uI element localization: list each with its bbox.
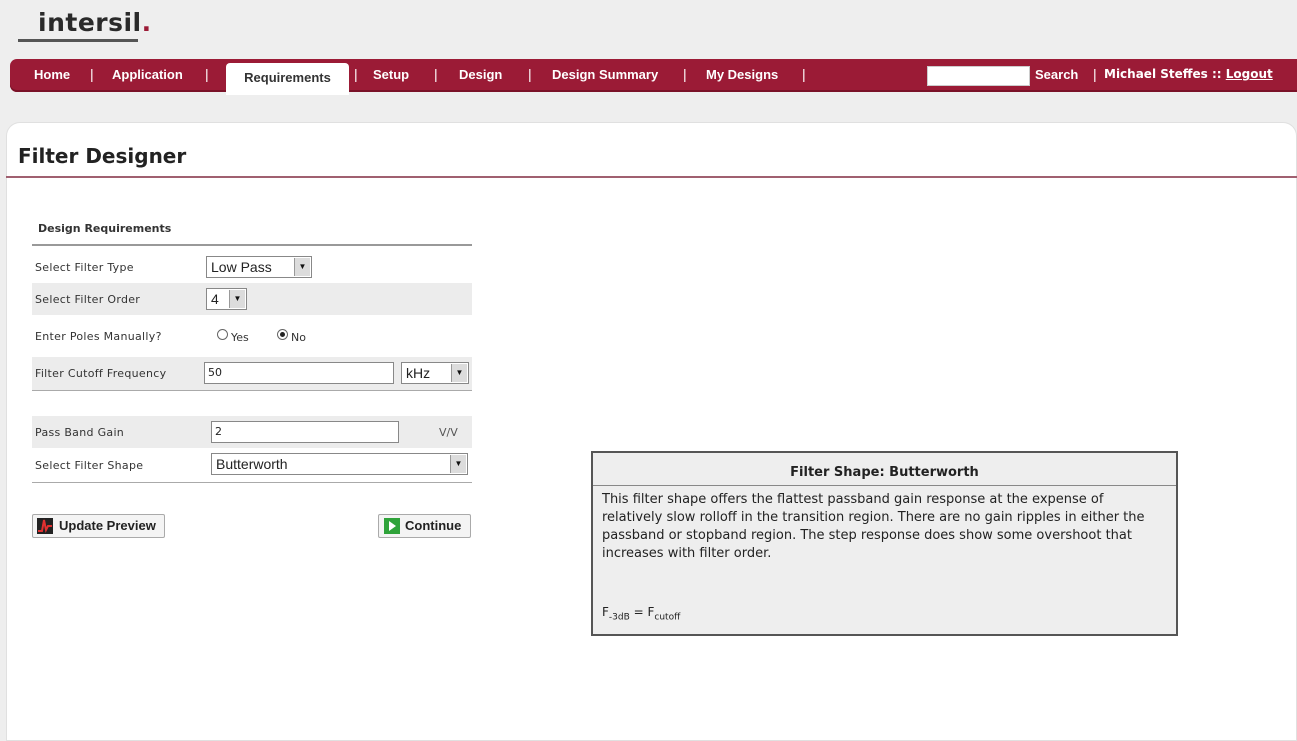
filter-type-label: Select Filter Type [35, 261, 134, 274]
gain-unit: V/V [439, 426, 458, 439]
intersil-logo[interactable]: intersil. [38, 8, 152, 37]
nav-design-summary[interactable]: Design Summary [552, 67, 658, 82]
section-divider [32, 244, 472, 246]
filter-order-select[interactable]: 4 ▼ [206, 288, 247, 310]
formula-lhs: F [602, 605, 609, 619]
filter-type-value: Low Pass [211, 259, 272, 275]
shape-value: Butterworth [216, 456, 288, 472]
info-description: This filter shape offers the flattest pa… [602, 492, 1145, 561]
section-title: Design Requirements [38, 222, 172, 235]
logout-link[interactable]: Logout [1226, 67, 1273, 81]
nav-requirements-tab[interactable]: Requirements [226, 63, 349, 95]
gain-input[interactable]: 2 [211, 421, 399, 443]
formula-eq: = [633, 605, 644, 619]
nav-separator: | [683, 66, 687, 82]
shape-row: Select Filter Shape Butterworth ▼ [32, 449, 472, 481]
nav-separator: | [802, 66, 806, 82]
dropdown-arrow-icon: ▼ [294, 258, 310, 276]
dropdown-arrow-icon: ▼ [451, 364, 467, 382]
cutoff-label: Filter Cutoff Frequency [35, 367, 167, 380]
user-info: Michael Steffes :: Logout [1104, 67, 1273, 81]
shape-label: Select Filter Shape [35, 459, 144, 472]
filter-shape-info-box: Filter Shape: Butterworth This filter sh… [591, 451, 1178, 636]
nav-home[interactable]: Home [34, 67, 70, 82]
page-title: Filter Designer [18, 144, 187, 168]
cutoff-input[interactable]: 50 [204, 362, 394, 384]
logo-mark: . [141, 8, 152, 37]
continue-label: Continue [405, 518, 462, 533]
filter-order-value: 4 [211, 291, 219, 307]
cutoff-formula: F-3dB = Fcutoff [602, 605, 680, 622]
nav-separator: | [90, 66, 94, 82]
poles-yes-label: Yes [231, 331, 249, 344]
formula-lhs-sub: -3dB [608, 612, 630, 623]
cutoff-unit-value: kHz [406, 365, 431, 381]
filter-type-row: Select Filter Type Low Pass ▼ [32, 251, 472, 283]
dropdown-arrow-icon: ▼ [229, 290, 245, 308]
filter-type-select[interactable]: Low Pass ▼ [206, 256, 312, 278]
continue-button[interactable]: Continue [378, 514, 471, 538]
info-title-divider [593, 485, 1176, 486]
update-preview-button[interactable]: Update Preview [32, 514, 165, 538]
nav-application[interactable]: Application [112, 67, 183, 82]
gain-row: Pass Band Gain 2 V/V [32, 416, 472, 448]
row-divider [32, 390, 472, 391]
nav-separator: | [1093, 66, 1097, 82]
filter-order-label: Select Filter Order [35, 293, 141, 306]
title-divider [6, 176, 1297, 178]
play-arrow-icon [384, 518, 400, 534]
nav-separator: | [434, 66, 438, 82]
nav-separator: | [205, 66, 209, 82]
poles-no-radio[interactable] [277, 329, 288, 340]
row-divider [32, 482, 472, 483]
formula-rhs-sub: cutoff [654, 612, 681, 623]
gain-label: Pass Band Gain [35, 426, 125, 439]
user-separator: :: [1211, 67, 1222, 81]
filter-order-row: Select Filter Order 4 ▼ [32, 283, 472, 315]
poles-label: Enter Poles Manually? [35, 330, 162, 343]
poles-yes-radio[interactable] [217, 329, 228, 340]
nav-separator: | [528, 66, 532, 82]
info-title: Filter Shape: Butterworth [790, 465, 979, 480]
cutoff-row: Filter Cutoff Frequency 50 kHz ▼ [32, 357, 472, 390]
poles-no-label: No [291, 331, 306, 344]
main-nav-bar: Home | Application | Requirements | Setu… [10, 59, 1297, 95]
logo-text: intersil [38, 8, 142, 37]
shape-select[interactable]: Butterworth ▼ [211, 453, 468, 475]
cutoff-unit-select[interactable]: kHz ▼ [401, 362, 469, 384]
waveform-icon [37, 518, 53, 534]
nav-design[interactable]: Design [459, 67, 502, 82]
poles-row: Enter Poles Manually? Yes No [32, 320, 472, 352]
search-input[interactable] [927, 66, 1030, 86]
dropdown-arrow-icon: ▼ [450, 455, 466, 473]
logo-underline [18, 39, 138, 42]
nav-separator: | [354, 66, 358, 82]
nav-my-designs[interactable]: My Designs [706, 67, 778, 82]
nav-setup[interactable]: Setup [373, 67, 409, 82]
update-preview-label: Update Preview [59, 518, 156, 533]
search-button[interactable]: Search [1035, 67, 1078, 82]
user-name: Michael Steffes [1104, 67, 1208, 81]
